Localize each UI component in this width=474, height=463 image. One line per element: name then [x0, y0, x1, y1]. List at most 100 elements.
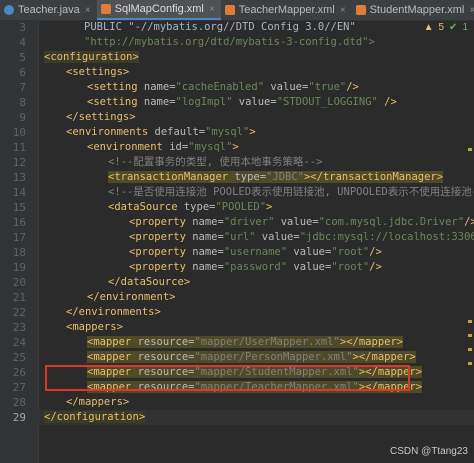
code-line-13: <transactionManager type="JDBC"></transa…	[38, 170, 474, 185]
attr: value=	[287, 246, 332, 258]
settings-close-tag: </settings>	[66, 111, 136, 123]
close-icon[interactable]: ×	[209, 4, 215, 15]
attr: value=	[287, 261, 332, 273]
close-icon[interactable]: ×	[85, 5, 91, 16]
tag: >	[232, 141, 239, 153]
value: "password"	[223, 261, 288, 273]
tab-studentmapper-xml[interactable]: StudentMapper.xml ×	[352, 0, 474, 20]
tag: <setting	[87, 81, 144, 93]
line-number: 28	[12, 396, 26, 409]
tag: <property	[129, 231, 193, 243]
tag: />	[369, 246, 382, 258]
tag: <setting	[87, 96, 144, 108]
code-line-4: "http://mybatis.org/dtd/mybatis-3-config…	[38, 35, 474, 50]
comment: <!--配置事务的类型, 使用本地事务策略-->	[108, 156, 323, 168]
tab-label: SqlMapConfig.xml	[114, 3, 204, 15]
value: "driver"	[223, 216, 275, 228]
line-number: 20	[12, 276, 26, 289]
line-number: 24	[12, 336, 26, 349]
line-number: 12	[12, 156, 26, 169]
value: "url"	[223, 231, 256, 243]
line-number: 7	[19, 81, 26, 94]
settings-open-tag: <settings>	[66, 66, 130, 78]
code-line-22: </environments>	[38, 305, 474, 320]
attr: id=	[169, 141, 189, 153]
doctype-public: PUBLIC "-//mybatis.org//DTD Config 3.0//…	[84, 21, 356, 33]
code-line-12: <!--配置事务的类型, 使用本地事务策略-->	[38, 155, 474, 170]
line-number: 13	[12, 171, 26, 184]
code-editor[interactable]: PUBLIC "-//mybatis.org//DTD Config 3.0//…	[38, 20, 474, 463]
code-line-15: <dataSource type="POOLED">	[38, 200, 474, 215]
inspection-widget[interactable]: ▲ 5 ✔ 1	[424, 22, 468, 33]
value: "logImpl"	[175, 96, 233, 108]
tag: <transactionManager	[108, 171, 235, 183]
code-line-11: <environment id="mysql">	[38, 140, 474, 155]
line-number: 9	[19, 111, 26, 124]
code-line-28: </mappers>	[38, 395, 474, 410]
warning-marker[interactable]	[468, 348, 472, 351]
line-number: 16	[12, 216, 26, 229]
tag: />	[369, 261, 382, 273]
tag: />	[377, 96, 397, 108]
value: "cacheEnabled"	[175, 81, 265, 93]
tab-label: TeacherMapper.xml	[238, 4, 335, 16]
editor-tab-bar: Teacher.java × SqlMapConfig.xml × TeacherM…	[0, 0, 474, 21]
tag: ></mapper>	[352, 351, 416, 363]
line-number: 25	[12, 351, 26, 364]
environment-close-tag: </environment>	[87, 291, 176, 303]
attr: name=	[143, 81, 176, 93]
code-line-18: <property name="username" value="root"/>	[38, 245, 474, 260]
tag: <environments	[66, 126, 155, 138]
line-number: 15	[12, 201, 26, 214]
xml-file-icon	[100, 4, 111, 14]
line-number: 10	[12, 126, 26, 139]
value: "jdbc:mysql://localhost:3306/mybatis	[299, 231, 474, 243]
warning-marker[interactable]	[468, 148, 472, 151]
comment: <!--是否使用连接池 POOLED表示使用链接池, UNPOOLED表示不使用…	[108, 186, 474, 198]
value: "POOLED"	[215, 201, 267, 213]
value: "com.mysql.jdbc.Driver"	[318, 216, 465, 228]
code-line-3: PUBLIC "-//mybatis.org//DTD Config 3.0//…	[38, 20, 474, 35]
value: "root"	[331, 261, 370, 273]
tag: <dataSource	[108, 201, 184, 213]
value: "username"	[223, 246, 288, 258]
line-number: 21	[12, 291, 26, 304]
attr: resource=	[137, 351, 195, 363]
error-stripe[interactable]	[466, 38, 474, 418]
close-icon[interactable]: ×	[469, 5, 474, 16]
line-number: 26	[12, 366, 26, 379]
warning-marker[interactable]	[468, 320, 472, 323]
value: "mysql"	[205, 126, 250, 138]
code-line-21: </environment>	[38, 290, 474, 305]
line-number: 18	[12, 246, 26, 259]
line-number: 17	[12, 231, 26, 244]
highlight-annotation-box	[45, 365, 410, 391]
mappers-open-tag: <mappers>	[66, 321, 123, 333]
value: "root"	[331, 246, 370, 258]
mappers-close-tag: </mappers>	[66, 396, 130, 408]
code-line-20: </dataSource>	[38, 275, 474, 290]
tag: <property	[129, 246, 193, 258]
warning-count: 5	[438, 22, 445, 33]
tab-teacher-java[interactable]: Teacher.java ×	[0, 0, 97, 20]
code-line-29: </configuration>	[38, 410, 474, 425]
code-line-25: <mapper resource="mapper/PersonMapper.xm…	[38, 350, 474, 365]
tab-label: StudentMapper.xml	[369, 4, 465, 16]
configuration-open-tag: <configuration>	[44, 51, 139, 63]
tab-teachermapper-xml[interactable]: TeacherMapper.xml ×	[221, 0, 352, 20]
tag: ></transactionManager>	[303, 171, 444, 183]
value: "true"	[308, 81, 347, 93]
attr: name=	[192, 216, 224, 228]
tab-sqlmapconfig-xml[interactable]: SqlMapConfig.xml ×	[96, 0, 221, 20]
tag: <property	[129, 216, 193, 228]
close-icon[interactable]: ×	[340, 5, 346, 16]
warning-marker[interactable]	[468, 362, 472, 365]
attr: default=	[154, 126, 206, 138]
warning-icon: ▲	[423, 22, 434, 33]
code-line-19: <property name="password" value="root"/>	[38, 260, 474, 275]
tag: <mapper	[87, 336, 138, 348]
line-number: 29	[12, 411, 26, 424]
value: "mapper/PersonMapper.xml"	[194, 351, 353, 363]
attr: resource=	[137, 336, 195, 348]
warning-marker[interactable]	[468, 334, 472, 337]
